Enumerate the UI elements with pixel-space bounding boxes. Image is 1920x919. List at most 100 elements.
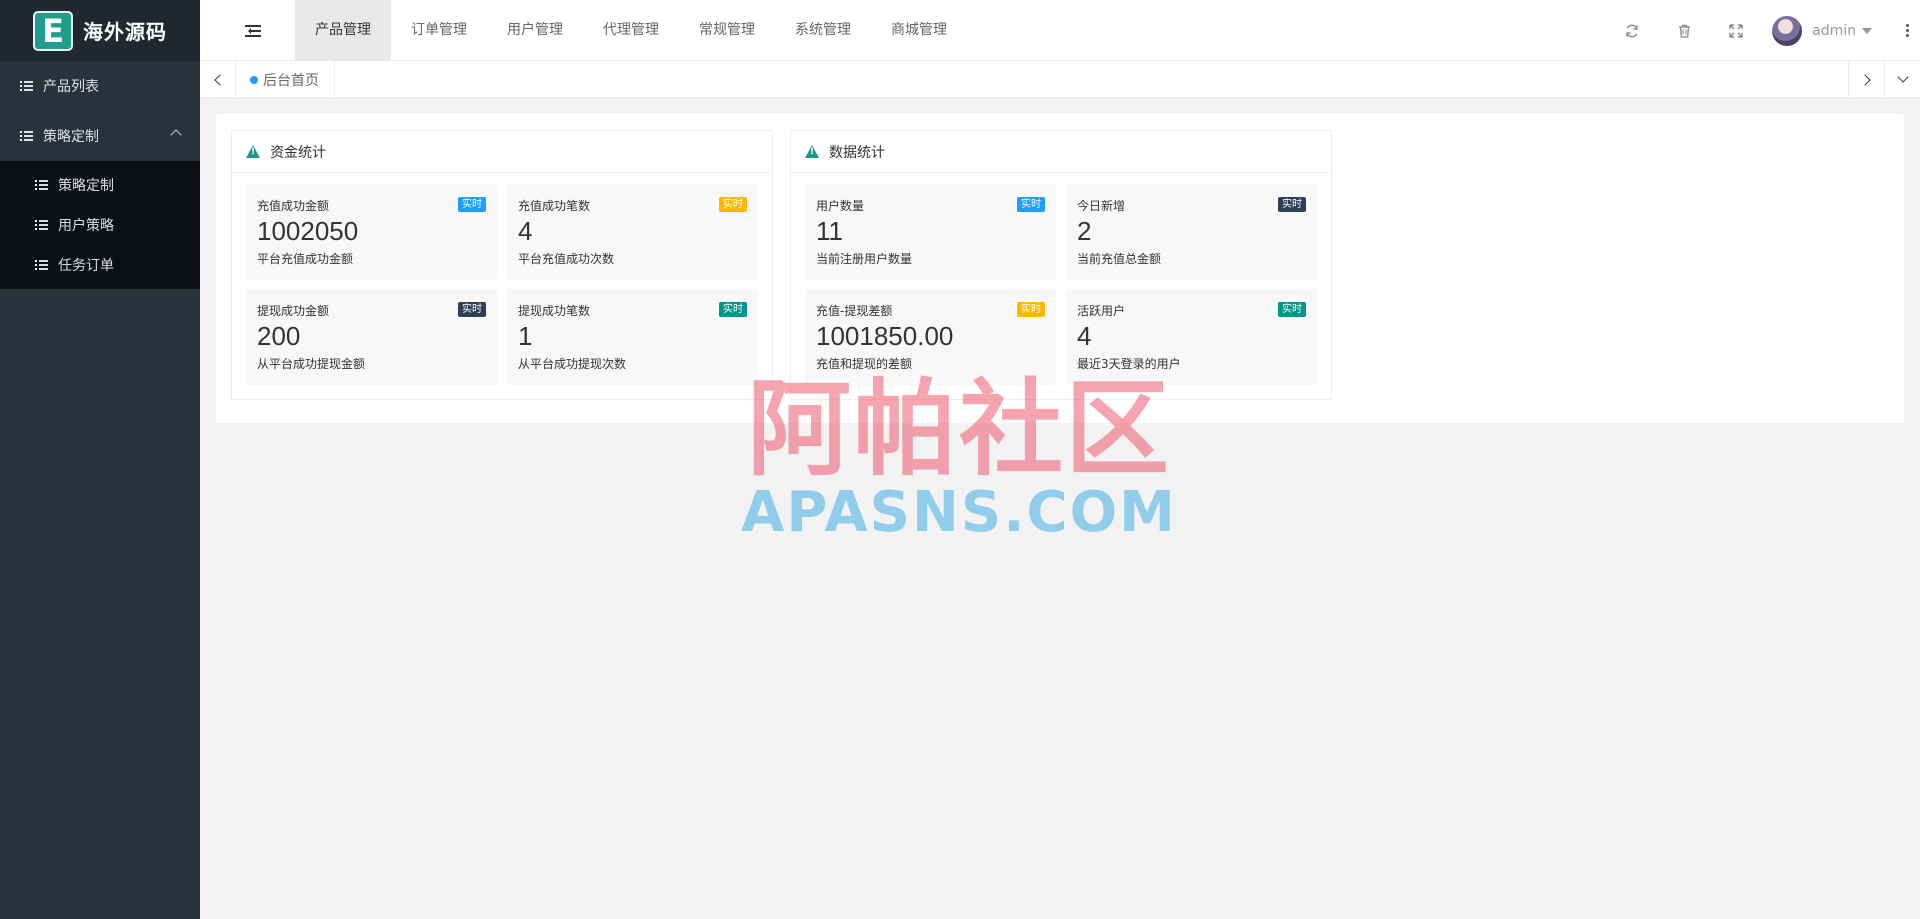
stat-card: 提现成功笔数 实时 1 从平台成功提现次数 bbox=[507, 289, 758, 385]
user-name: admin bbox=[1812, 22, 1856, 39]
sidebar-subitem-label: 策略定制 bbox=[58, 178, 114, 194]
tab-home[interactable]: 后台首页 bbox=[236, 61, 335, 98]
stat-desc: 平台充值成功金额 bbox=[257, 252, 354, 266]
list-icon bbox=[35, 180, 48, 190]
stat-card: 用户数量 实时 11 当前注册用户数量 bbox=[805, 184, 1056, 280]
sidebar-subitem-strategy[interactable]: 策略定制 bbox=[0, 165, 200, 205]
chevron-up-icon bbox=[170, 129, 182, 141]
tab-home-label: 后台首页 bbox=[263, 72, 319, 89]
header-actions: admin bbox=[1606, 0, 1920, 61]
stat-value: 2 bbox=[1077, 216, 1092, 246]
realtime-badge: 实时 bbox=[458, 197, 486, 212]
panel-title: 资金统计 bbox=[270, 144, 326, 161]
tabs-options-button[interactable] bbox=[1884, 61, 1920, 98]
panel-header: 数据统计 bbox=[791, 131, 1331, 173]
realtime-badge: 实时 bbox=[458, 302, 486, 317]
stat-desc: 平台充值成功次数 bbox=[518, 252, 615, 266]
avatar bbox=[1772, 15, 1803, 46]
tabs-scroll-right-button[interactable] bbox=[1848, 61, 1884, 98]
stat-title: 提现成功金额 bbox=[257, 304, 330, 318]
caret-down-icon bbox=[1862, 27, 1872, 39]
panel-title: 数据统计 bbox=[829, 144, 885, 161]
fullscreen-icon[interactable] bbox=[1710, 0, 1762, 61]
stat-card: 今日新增 实时 2 当前充值总金额 bbox=[1066, 184, 1317, 280]
stat-title: 今日新增 bbox=[1077, 199, 1126, 213]
stat-desc: 从平台成功提现次数 bbox=[518, 357, 627, 371]
more-vertical-icon[interactable] bbox=[1894, 0, 1920, 61]
stat-card: 充值成功笔数 实时 4 平台充值成功次数 bbox=[507, 184, 758, 280]
stat-value: 200 bbox=[257, 321, 301, 351]
trash-icon[interactable] bbox=[1658, 0, 1710, 61]
logo-icon: E bbox=[33, 10, 73, 51]
list-icon bbox=[20, 131, 33, 141]
stat-title: 用户数量 bbox=[816, 199, 865, 213]
stat-value: 11 bbox=[816, 216, 843, 246]
stat-card: 提现成功金额 实时 200 从平台成功提现金额 bbox=[246, 289, 497, 385]
topnav-system[interactable]: 系统管理 bbox=[775, 0, 871, 61]
active-dot-icon bbox=[250, 75, 258, 84]
sidebar-subitem-label: 任务订单 bbox=[58, 258, 114, 274]
sidebar-subitem-label: 用户策略 bbox=[58, 218, 114, 234]
realtime-badge: 实时 bbox=[1017, 302, 1045, 317]
realtime-badge: 实时 bbox=[1017, 197, 1045, 212]
stat-value: 1 bbox=[518, 321, 533, 351]
collapse-menu-icon[interactable] bbox=[245, 25, 261, 37]
topnav-product[interactable]: 产品管理 bbox=[295, 0, 391, 61]
stat-desc: 最近3天登录的用户 bbox=[1077, 357, 1181, 371]
stat-card: 充值成功金额 实时 1002050 平台充值成功金额 bbox=[246, 184, 497, 280]
stat-value: 4 bbox=[1077, 321, 1092, 351]
stat-desc: 从平台成功提现金额 bbox=[257, 357, 366, 371]
panel-header: 资金统计 bbox=[232, 131, 772, 173]
sidebar: E 海外源码 产品列表 策略定制 策略定制 用户策略 任务订单 bbox=[0, 0, 200, 919]
topnav-agents[interactable]: 代理管理 bbox=[583, 0, 679, 61]
refresh-icon[interactable] bbox=[1606, 0, 1658, 61]
topnav-orders[interactable]: 订单管理 bbox=[391, 0, 487, 61]
warning-icon bbox=[246, 145, 260, 158]
list-icon bbox=[35, 260, 48, 270]
chevron-right-icon bbox=[1858, 73, 1871, 86]
data-stats-panel: 数据统计 用户数量 实时 11 当前注册用户数量 今日新增 实时 2 当前充值总… bbox=[790, 130, 1332, 400]
page-tabs-bar: 后台首页 bbox=[200, 61, 1920, 98]
stat-desc: 充值和提现的差额 bbox=[816, 357, 913, 371]
warning-icon bbox=[805, 145, 819, 158]
list-icon bbox=[20, 81, 33, 91]
topnav-users[interactable]: 用户管理 bbox=[487, 0, 583, 61]
top-header: 产品管理 订单管理 用户管理 代理管理 常规管理 系统管理 商城管理 admin bbox=[200, 0, 1920, 61]
stat-title: 充值成功金额 bbox=[257, 199, 330, 213]
stat-desc: 当前充值总金额 bbox=[1077, 252, 1162, 266]
sidebar-item-product-list[interactable]: 产品列表 bbox=[0, 61, 200, 111]
realtime-badge: 实时 bbox=[719, 302, 747, 317]
topnav-general[interactable]: 常规管理 bbox=[679, 0, 775, 61]
sidebar-item-strategy[interactable]: 策略定制 bbox=[0, 111, 200, 161]
tabs-scroll-left-button[interactable] bbox=[200, 61, 236, 98]
sidebar-item-label: 策略定制 bbox=[43, 129, 99, 145]
stat-card: 活跃用户 实时 4 最近3天登录的用户 bbox=[1066, 289, 1317, 385]
realtime-badge: 实时 bbox=[719, 197, 747, 212]
stat-title: 充值-提现差额 bbox=[816, 304, 893, 318]
watermark-en: APASNS.COM bbox=[741, 480, 1177, 545]
stat-title: 充值成功笔数 bbox=[518, 199, 591, 213]
top-nav: 产品管理 订单管理 用户管理 代理管理 常规管理 系统管理 商城管理 bbox=[295, 0, 967, 61]
chevron-down-icon bbox=[1896, 71, 1909, 83]
topnav-mall[interactable]: 商城管理 bbox=[871, 0, 967, 61]
funds-stats-panel: 资金统计 充值成功金额 实时 1002050 平台充值成功金额 充值成功笔数 实… bbox=[231, 130, 773, 400]
list-icon bbox=[35, 220, 48, 230]
stat-value: 1002050 bbox=[257, 216, 359, 246]
sidebar-submenu: 策略定制 用户策略 任务订单 bbox=[0, 161, 200, 289]
logo[interactable]: E 海外源码 bbox=[0, 0, 200, 61]
sidebar-subitem-task-orders[interactable]: 任务订单 bbox=[0, 245, 200, 285]
user-menu[interactable]: admin bbox=[1762, 15, 1894, 46]
sidebar-subitem-user-strategy[interactable]: 用户策略 bbox=[0, 205, 200, 245]
brand-name: 海外源码 bbox=[83, 20, 167, 44]
stat-desc: 当前注册用户数量 bbox=[816, 252, 913, 266]
dashboard-card: 资金统计 充值成功金额 实时 1002050 平台充值成功金额 充值成功笔数 实… bbox=[216, 114, 1904, 423]
stat-card: 充值-提现差额 实时 1001850.00 充值和提现的差额 bbox=[805, 289, 1056, 385]
stat-value: 4 bbox=[518, 216, 533, 246]
stat-title: 活跃用户 bbox=[1077, 304, 1126, 318]
sidebar-item-label: 产品列表 bbox=[43, 79, 99, 95]
realtime-badge: 实时 bbox=[1278, 302, 1306, 317]
chevron-left-icon bbox=[213, 73, 226, 86]
stat-title: 提现成功笔数 bbox=[518, 304, 591, 318]
realtime-badge: 实时 bbox=[1278, 197, 1306, 212]
stat-value: 1001850.00 bbox=[816, 321, 954, 351]
